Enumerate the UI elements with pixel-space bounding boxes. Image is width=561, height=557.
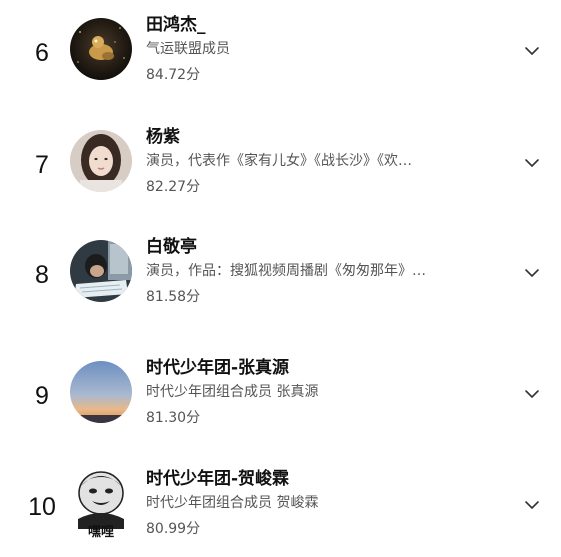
person-name[interactable]: 田鸿杰_	[146, 13, 206, 37]
ranking-row[interactable]: 7 杨紫 演员，代表作《家有儿女》《战长沙》《欢… 82.27分	[0, 115, 561, 215]
person-score: 82.27分	[146, 179, 201, 195]
portrait-avatar[interactable]	[70, 130, 132, 192]
chevron-down-icon[interactable]	[522, 153, 542, 173]
chevron-down-icon[interactable]	[522, 495, 542, 515]
rank-number: 8	[35, 261, 49, 289]
person-score: 80.99分	[146, 521, 201, 537]
reading-portrait-avatar[interactable]	[70, 240, 132, 302]
rank-number: 6	[35, 39, 49, 67]
ranking-row[interactable]: 9 时代少年团-张真源 时代少年团组合成员 张真源 81.30分	[0, 346, 561, 446]
ranking-row[interactable]: 6 田鸿杰_ 气运联盟成员 84.72分	[0, 3, 561, 103]
person-description: 时代少年团组合成员 张真源	[146, 384, 319, 400]
person-description: 时代少年团组合成员 贺峻霖	[146, 495, 319, 511]
avatar-caption: 嘿哩	[87, 525, 114, 540]
person-name[interactable]: 时代少年团-张真源	[146, 356, 289, 380]
person-score: 84.72分	[146, 67, 201, 83]
person-name[interactable]: 杨紫	[146, 125, 180, 149]
chevron-down-icon[interactable]	[522, 41, 542, 61]
person-score: 81.30分	[146, 410, 201, 426]
rank-number: 10	[28, 493, 56, 521]
ranking-list: 6 田鸿杰_ 气运联盟成员 84.72分 7 杨紫 演员，代表作《家有儿女》《战…	[0, 0, 561, 540]
rank-number: 9	[35, 382, 49, 410]
person-description: 演员，代表作《家有儿女》《战长沙》《欢…	[146, 153, 412, 169]
sunset-sky-avatar[interactable]	[70, 361, 132, 423]
person-description: 演员，作品：搜狐视频周播剧《匆匆那年》…	[146, 263, 426, 279]
person-description: 气运联盟成员	[146, 41, 230, 57]
meme-face-avatar[interactable]: 嘿哩	[70, 467, 132, 543]
ranking-row[interactable]: 10 嘿哩 时代少年团-贺峻霖 时代少年团组合成员 贺峻霖 80.99分	[0, 457, 561, 557]
rank-number: 7	[35, 151, 49, 179]
chevron-down-icon[interactable]	[522, 384, 542, 404]
person-name[interactable]: 时代少年团-贺峻霖	[146, 467, 289, 491]
night-figure-avatar[interactable]	[70, 18, 132, 80]
chevron-down-icon[interactable]	[522, 263, 542, 283]
person-score: 81.58分	[146, 289, 201, 305]
ranking-row[interactable]: 8 白敬亭 演员，作品：搜狐视频周播剧《匆匆那年》… 81.58分	[0, 225, 561, 325]
person-name[interactable]: 白敬亭	[146, 235, 197, 259]
